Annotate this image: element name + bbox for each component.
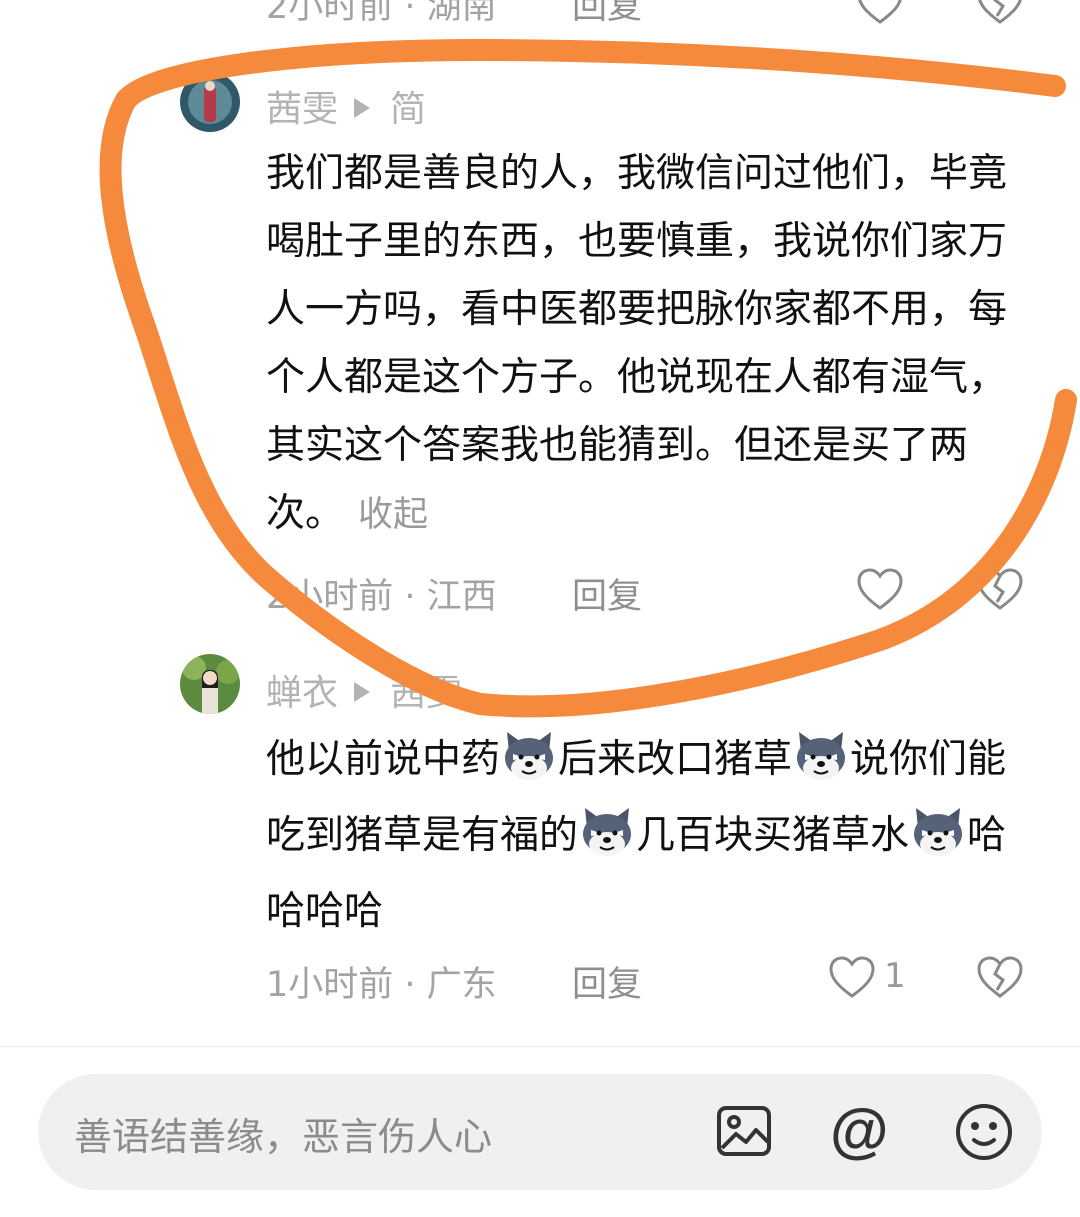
wolf-emoji-icon [579, 804, 635, 860]
reply-to-name[interactable]: 茜雯 [390, 673, 462, 714]
comment-meta: 2小时前 · 江西 [266, 577, 497, 617]
like-heart-icon[interactable] [828, 954, 876, 1002]
image-icon[interactable] [714, 1102, 774, 1162]
wolf-emoji-icon [910, 804, 966, 860]
dislike-broken-heart-icon[interactable] [976, 0, 1024, 28]
top-comment-reply-button[interactable]: 回复 [572, 0, 642, 29]
dislike-broken-heart-icon[interactable] [976, 954, 1024, 1002]
comment-author-line: 蝉衣 茜雯 [266, 664, 462, 716]
like-heart-icon[interactable] [856, 0, 904, 28]
author-name[interactable]: 茜雯 [266, 89, 338, 130]
reply-button[interactable]: 回复 [572, 568, 642, 619]
reply-arrow-icon [354, 98, 371, 118]
reply-arrow-icon [354, 682, 371, 702]
dislike-broken-heart-icon[interactable] [976, 566, 1024, 614]
avatar[interactable] [180, 72, 240, 132]
top-comment-meta: 2小时前 · 湖南 [266, 0, 497, 27]
wolf-emoji-icon [501, 728, 557, 784]
comment-text-part: 他以前说中药 [266, 737, 501, 782]
comment-text-part: 后来改口猪草 [558, 737, 793, 782]
avatar[interactable] [180, 654, 240, 714]
wolf-emoji-icon [793, 728, 849, 784]
comment-text-part: 几百块买猪草水 [636, 813, 910, 858]
emoji-icon[interactable] [952, 1100, 1016, 1164]
reply-button[interactable]: 回复 [572, 956, 642, 1007]
collapse-button[interactable]: 收起 [358, 495, 428, 535]
at-icon[interactable]: @ [830, 1096, 889, 1165]
author-name[interactable]: 蝉衣 [266, 673, 338, 714]
comment-body: 我们都是善良的人，我微信问过他们，毕竟喝肚子里的东西，也要慎重，我说你们家万人一… [266, 151, 1008, 536]
comment-author-line: 茜雯 简 [266, 80, 426, 132]
comment-text: 他以前说中药 后来改口猪草 说你们能吃到猪草是有福的 几百块买猪草水 哈哈哈哈 [266, 722, 1026, 950]
like-count: 1 [884, 956, 906, 996]
comment-input-placeholder: 善语结善缘，恶言伤人心 [74, 1115, 493, 1159]
comment-text: 我们都是善良的人，我微信问过他们，毕竟喝肚子里的东西，也要慎重，我说你们家万人一… [266, 140, 1036, 549]
like-heart-icon[interactable] [856, 566, 904, 614]
reply-to-name[interactable]: 简 [390, 89, 426, 130]
comment-meta: 1小时前 · 广东 [266, 965, 497, 1005]
